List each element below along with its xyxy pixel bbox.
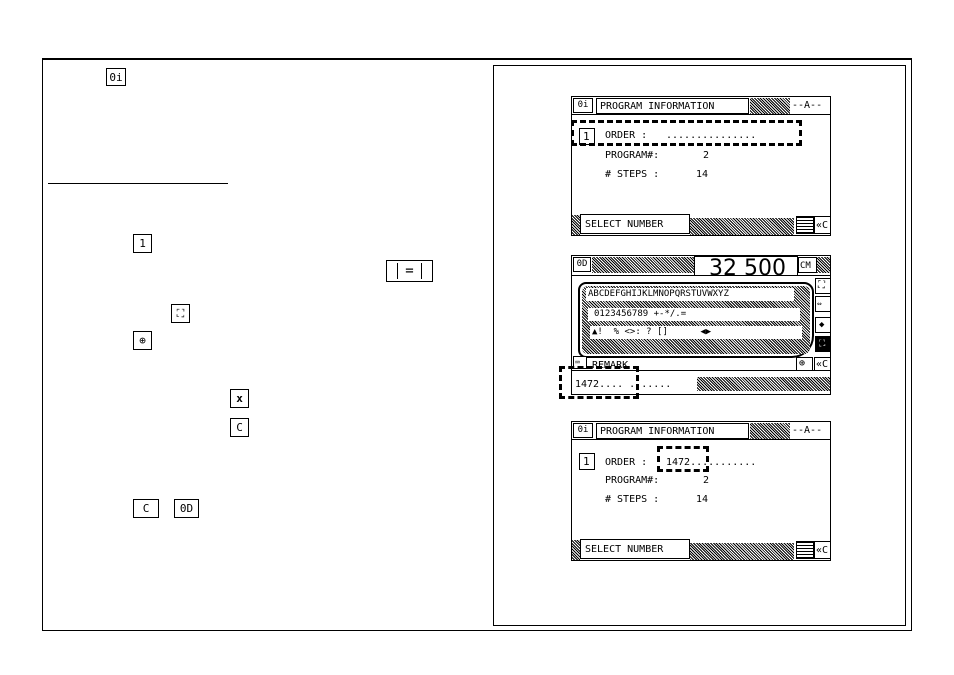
title-dither-right-3 <box>750 423 790 439</box>
footer-dither-left-3 <box>572 540 580 560</box>
field-number-3: 1 <box>583 455 590 468</box>
select-all-icon[interactable]: ⛶ <box>815 278 830 294</box>
one-key-icon: 1 <box>133 234 152 253</box>
letters-row[interactable]: ABCDEFGHIJKLMNOPQRSTUVWXYZ <box>586 288 794 301</box>
up-down-icon[interactable]: ◆ <box>815 317 830 333</box>
program-label: PROGRAM#: <box>605 150 660 161</box>
footer-dither <box>690 218 794 235</box>
screen2-corner-label: 0D <box>576 259 588 269</box>
unit-label: CM <box>800 261 811 271</box>
cursor-icon-label: ⇔ <box>817 299 822 308</box>
mode-indicator: --A-- <box>792 100 823 111</box>
select-number-button[interactable]: SELECT NUMBER <box>580 214 690 234</box>
steps-value-3: 14 <box>696 494 709 505</box>
title-dither-right <box>750 98 790 114</box>
title-rule-3 <box>572 439 830 440</box>
steps-value: 14 <box>696 169 709 180</box>
unit-dither <box>817 257 830 273</box>
back-button-2[interactable]: «C <box>814 357 830 371</box>
mode-indicator-3: --A-- <box>792 425 823 436</box>
order-value-highlight <box>657 446 709 472</box>
clear-key-label: C <box>236 421 243 434</box>
title-rule <box>572 114 830 115</box>
readout-dither <box>592 257 694 273</box>
input-dither <box>697 377 830 391</box>
section-divider <box>48 183 228 184</box>
equal-key-label: = <box>405 263 414 279</box>
grid-icon-3[interactable] <box>796 541 814 559</box>
order-field-highlight <box>571 120 802 146</box>
program-value: 2 <box>703 150 710 161</box>
steps-label-3: # STEPS : <box>605 494 660 505</box>
keyboard-overlay: ABCDEFGHIJKLMNOPQRSTUVWXYZ 0123456789 +-… <box>578 282 814 358</box>
select-number-label: SELECT NUMBER <box>585 219 664 230</box>
select-all-key-label: ⛶ <box>176 306 185 320</box>
program-label-3: PROGRAM#: <box>605 475 660 486</box>
info-icon: 0i <box>573 98 593 113</box>
program-info-screen-1: 0i PROGRAM INFORMATION --A-- 1 ORDER : .… <box>571 96 831 236</box>
grid-icon[interactable] <box>796 216 814 234</box>
letters-row-label: ABCDEFGHIJKLMNOPQRSTUVWXYZ <box>588 289 729 299</box>
symbols-row-label: ▲! % <>: ? [] ◀▶ <box>592 327 712 337</box>
field-number-box-3[interactable]: 1 <box>579 453 595 470</box>
readout-rule <box>572 275 830 276</box>
select-all-key-icon: ⛶ <box>171 304 190 323</box>
fullscreen-icon[interactable]: ⛶ <box>815 336 830 352</box>
steps-label: # STEPS : <box>605 169 660 180</box>
cursor-icon[interactable]: ⇔ <box>815 296 830 312</box>
readout-value: 32 500 <box>709 256 786 276</box>
screen-title: PROGRAM INFORMATION <box>600 101 715 112</box>
od-key-icon: 0D <box>174 499 199 518</box>
title-tab: PROGRAM INFORMATION <box>596 98 749 114</box>
title-tab-3: PROGRAM INFORMATION <box>596 423 749 439</box>
input-highlight <box>559 366 639 399</box>
numbers-row[interactable]: 0123456789 +-*/.= <box>588 308 800 321</box>
one-key-label: 1 <box>139 237 146 250</box>
clear-key-2-label: C <box>142 502 150 515</box>
screen-title-3: PROGRAM INFORMATION <box>600 426 715 437</box>
back-icon-2: «C <box>816 359 829 370</box>
clear-key-icon: C <box>230 418 249 437</box>
clear-key-2-icon: C <box>133 499 159 518</box>
back-button[interactable]: «C <box>814 216 830 234</box>
unit-box: CM <box>798 257 817 273</box>
info-key-label: 0i <box>109 70 123 84</box>
enter-key-icon: ⊕ <box>133 331 152 350</box>
delete-key-label: x <box>236 392 243 405</box>
readout-box: 32 500 <box>694 256 798 276</box>
delete-key-icon: x <box>230 389 249 408</box>
screen3-corner-label: 0i <box>577 425 589 435</box>
footer-dither-left <box>572 215 580 235</box>
back-icon: «C <box>816 220 829 231</box>
back-button-3[interactable]: «C <box>814 541 830 559</box>
info-icon-3: 0i <box>573 423 593 438</box>
od-key-label: 0D <box>179 502 194 515</box>
program-info-screen-3: 0i PROGRAM INFORMATION --A-- 1 ORDER : 1… <box>571 421 831 561</box>
screen1-corner-label: 0i <box>577 100 589 110</box>
equal-key-icon: = <box>386 260 433 282</box>
program-value-3: 2 <box>703 475 710 486</box>
enter-key-label: ⊕ <box>139 334 146 347</box>
symbols-row[interactable]: ▲! % <>: ? [] ◀▶ <box>590 326 802 339</box>
info-key-icon: 0i <box>106 68 126 86</box>
back-icon-3: «C <box>816 545 829 556</box>
enter-icon[interactable]: ⊕ <box>796 357 813 371</box>
select-number-label-3: SELECT NUMBER <box>585 544 664 555</box>
footer-dither-3 <box>690 543 794 560</box>
numbers-row-label: 0123456789 +-*/.= <box>594 309 687 319</box>
select-number-button-3[interactable]: SELECT NUMBER <box>580 539 690 559</box>
od-icon: 0D <box>573 257 591 272</box>
order-label-3: ORDER : <box>605 457 648 468</box>
